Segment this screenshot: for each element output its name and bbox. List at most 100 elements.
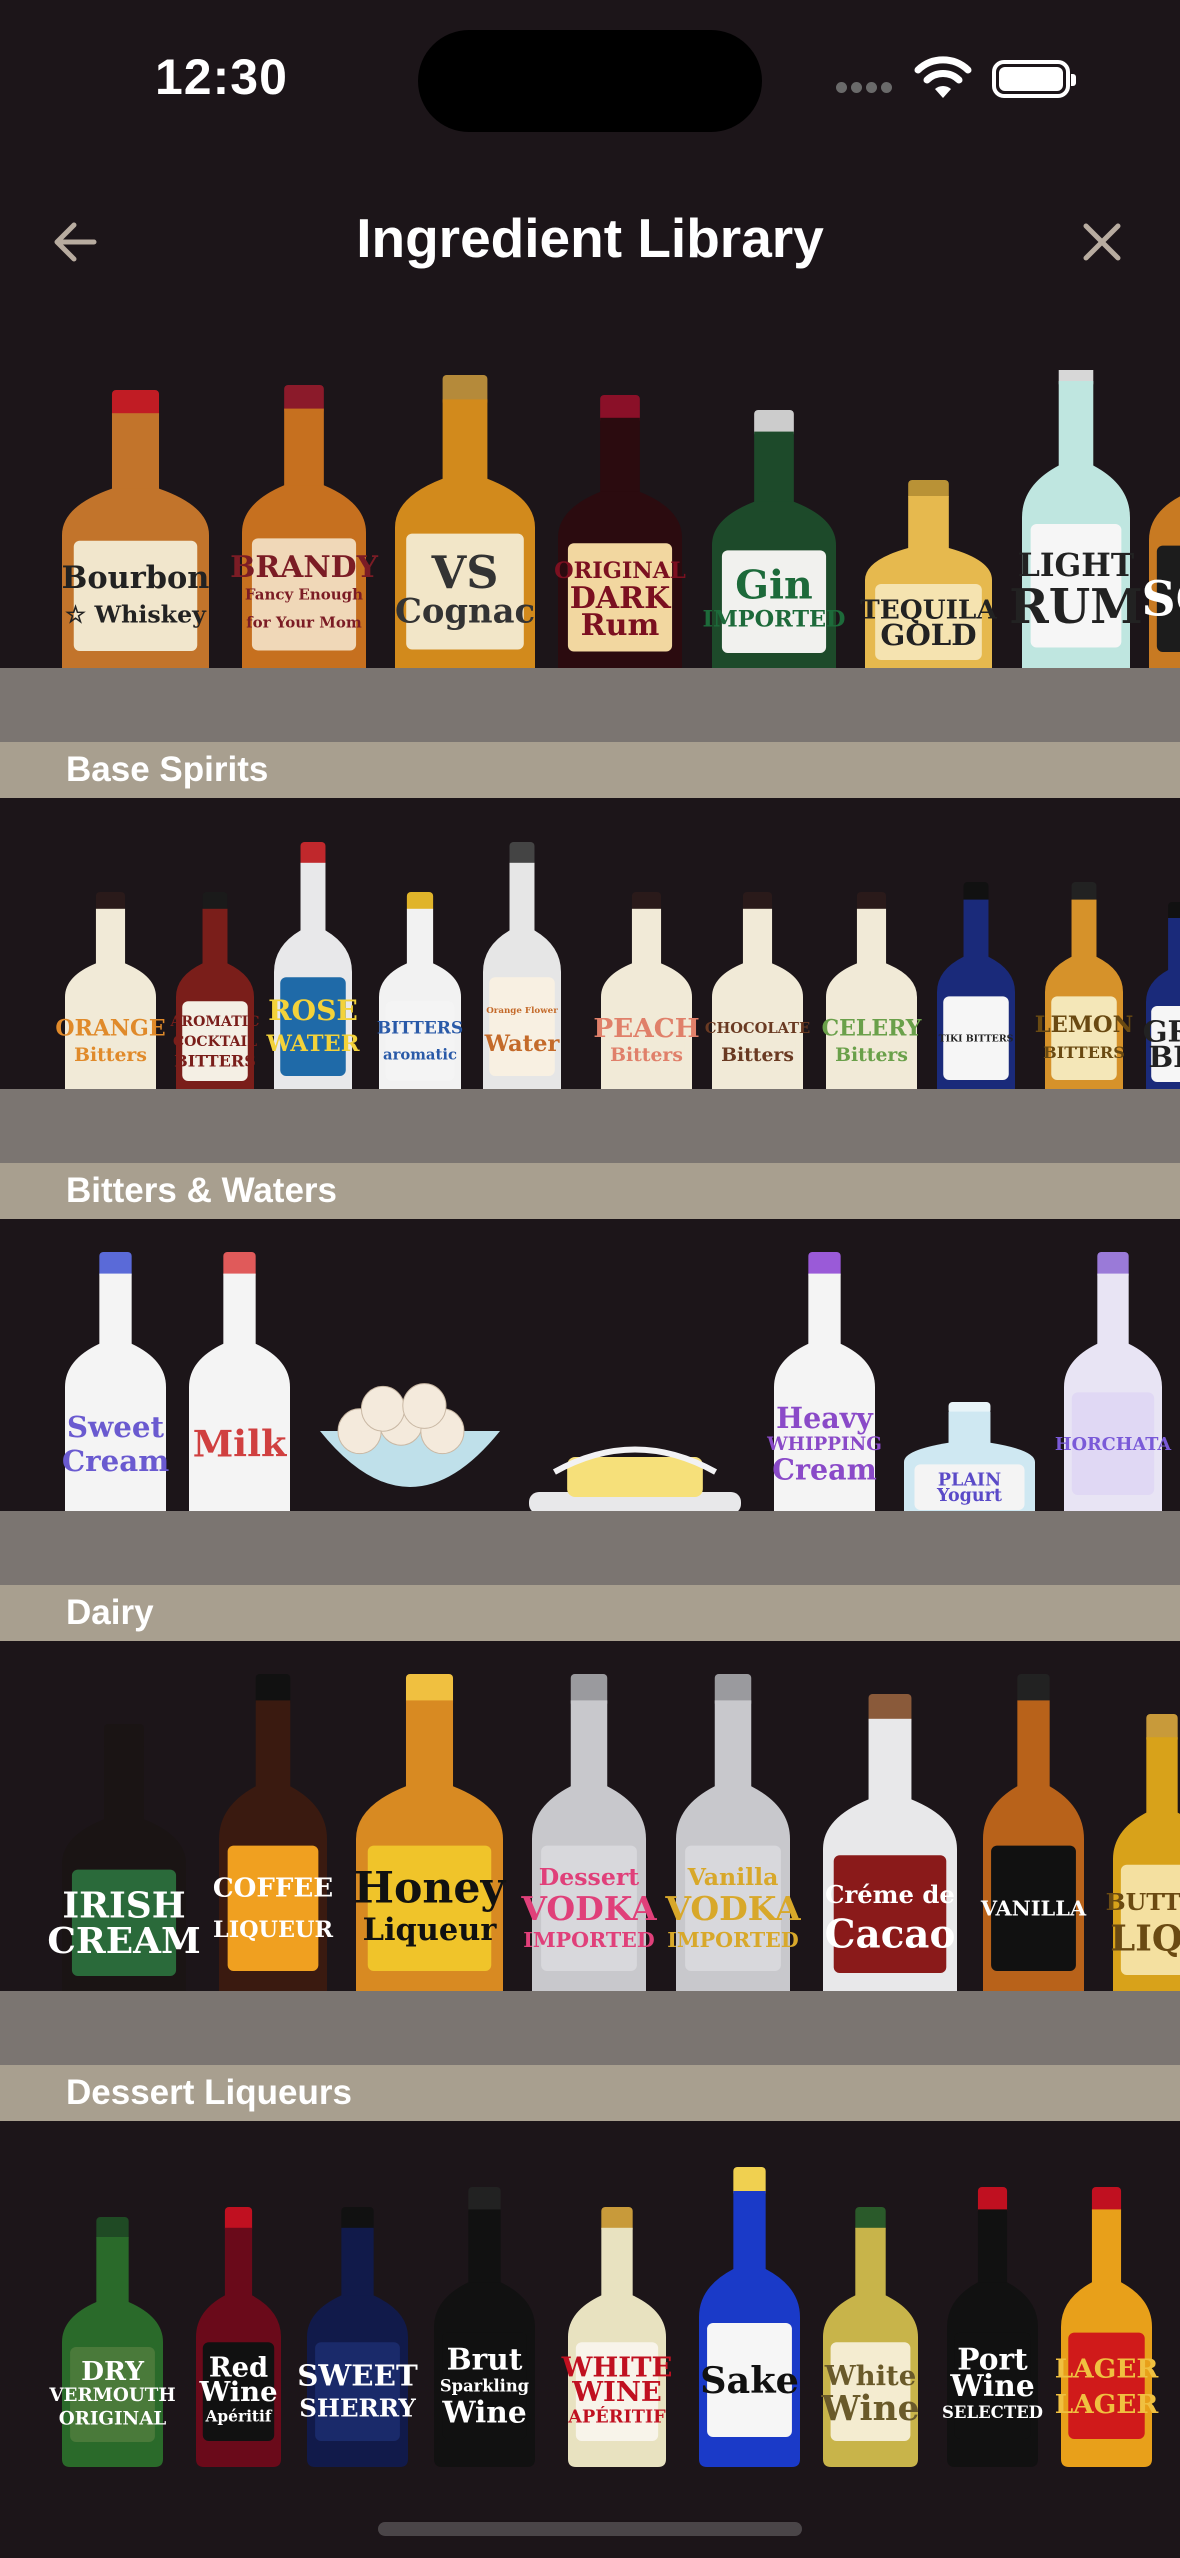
- butter-illustration: [529, 1446, 741, 1514]
- shelf-board: [0, 1511, 1180, 1585]
- page-title: Ingredient Library: [356, 207, 824, 269]
- bottle-label-text: Dessert: [539, 1863, 639, 1891]
- red-wine-aperitif-illustration: RedWineApéritif: [196, 2207, 281, 2467]
- horchata-item[interactable]: HORCHATA: [1055, 1252, 1171, 1522]
- orange-flower-water-item[interactable]: Orange Flower Water: [483, 842, 561, 1102]
- horchata-illustration: HORCHATA: [1055, 1252, 1171, 1522]
- shelf-label: Bitters & Waters: [66, 1171, 337, 1210]
- irish-cream-illustration: IRISHCREAM: [47, 1724, 201, 2004]
- gin-item[interactable]: Gin IMPORTED: [703, 410, 845, 680]
- bottle-label-text: LAGER: [1055, 2353, 1160, 2384]
- bottle-label-text: VANILLA: [980, 1896, 1087, 1921]
- shelf-label: Dairy: [66, 1593, 154, 1632]
- bottle-label-text: Sparkling: [440, 2376, 529, 2395]
- bottle-label-text: Honey: [354, 1863, 507, 1913]
- bottle-label-text: BRANDY: [230, 550, 379, 585]
- close-button[interactable]: [1070, 210, 1134, 274]
- tiki-bitters-item[interactable]: TIKI BITTERS: [937, 882, 1015, 1102]
- dark-rum-item[interactable]: ORIGINAL DARK Rum: [554, 395, 686, 680]
- rose-water-illustration: ROSE WATER: [265, 842, 360, 1102]
- shelf-dessert-liqueurs: IRISH CREAM COFFEE LIQUEUR Honey Liqueur Desse…: [0, 1642, 1180, 2122]
- sweet-cream-illustration: SweetCream: [62, 1252, 169, 1522]
- butterscotch-liqueur-item[interactable]: BUTTER LIQU: [1106, 1714, 1180, 2004]
- bottle-label-text: LIQUEUR: [213, 1917, 333, 1943]
- red-wine-aperitif-item[interactable]: Red Wine Apéritif: [196, 2207, 281, 2467]
- irish-cream-item[interactable]: IRISH CREAM: [47, 1724, 201, 2004]
- bottle-label-text: BITTERS: [174, 1052, 256, 1071]
- shelf-label-bar: Dessert Liqueurs: [0, 2065, 1180, 2121]
- light-rum-item[interactable]: LIGHT RUM: [1009, 370, 1143, 680]
- butter-item[interactable]: [529, 1422, 741, 1522]
- eggs-item[interactable]: [320, 1382, 500, 1522]
- tequila-item[interactable]: TEQUILA GOLD: [860, 480, 997, 680]
- shelf-items: Bourbon ☆ Whiskey BRANDY Fancy Enough for Yo…: [0, 370, 1180, 710]
- bottle-label-text: Bitters: [610, 1044, 683, 1066]
- plain-yogurt-item[interactable]: PLAIN Yogurt: [904, 1402, 1035, 1522]
- grapefruit-bitters-item[interactable]: GRABIT: [1143, 902, 1180, 1102]
- dessert-vodka-illustration: DessertVODKAIMPORTED: [520, 1674, 657, 2004]
- milk-item[interactable]: Milk: [189, 1252, 290, 1522]
- honey-liqueur-item[interactable]: Honey Liqueur: [354, 1674, 506, 2004]
- sake-illustration: Sake: [699, 2167, 800, 2467]
- creme-de-cacao-item[interactable]: Créme de Cacao: [823, 1694, 957, 2004]
- vanilla-liqueur-item[interactable]: VANILLA: [980, 1674, 1087, 2004]
- scotch-item[interactable]: SCO: [1142, 400, 1180, 680]
- rose-water-item[interactable]: ROSE WATER: [265, 842, 360, 1102]
- chocolate-bitters-item[interactable]: CHOCOLATE Bitters: [705, 892, 810, 1102]
- lager-item[interactable]: LAGER LAGER: [1055, 2187, 1159, 2467]
- dark-rum-illustration: ORIGINALDARKRum: [554, 395, 686, 680]
- bottle-label-text: LIQU: [1110, 1919, 1180, 1960]
- shelf-base-spirits: Bourbon ☆ Whiskey BRANDY Fancy Enough for Yo…: [0, 370, 1180, 800]
- brandy-item[interactable]: BRANDY Fancy Enough for Your Mom: [230, 385, 379, 680]
- port-wine-item[interactable]: Port Wine SELECTED: [942, 2187, 1043, 2467]
- vanilla-liqueur-illustration: VANILLA: [980, 1674, 1087, 2004]
- white-wine-aperitif-item[interactable]: WHITE WINE APÉRITIF: [561, 2207, 672, 2467]
- cognac-item[interactable]: VS Cognac: [395, 375, 535, 680]
- sweet-cream-item[interactable]: Sweet Cream: [62, 1252, 169, 1522]
- shelf-label-bar: Bitters & Waters: [0, 1163, 1180, 1219]
- shelf-items: IRISH CREAM COFFEE LIQUEUR Honey Liqueur Desse…: [0, 1642, 1180, 2042]
- sake-item[interactable]: Sake: [699, 2167, 800, 2467]
- eggs-illustration: [320, 1383, 500, 1487]
- gin-illustration: GinIMPORTED: [703, 410, 845, 680]
- creme-de-cacao-illustration: Créme de Cacao: [823, 1694, 957, 2004]
- bottle-label-text: Brut: [447, 2342, 523, 2377]
- bottle-label-text: LAGER: [1055, 2389, 1160, 2420]
- sparkling-wine-item[interactable]: Brut Sparkling Wine: [434, 2187, 535, 2467]
- sweet-sherry-item[interactable]: SWEET SHERRY: [297, 2207, 418, 2467]
- vanilla-vodka-item[interactable]: Vanilla VODKA IMPORTED: [664, 1674, 801, 2004]
- white-wine-illustration: WhiteWine: [821, 2207, 919, 2467]
- dry-vermouth-illustration: DRYVERMOUTH ORIGINAL: [48, 2217, 176, 2467]
- plain-yogurt-illustration: PLAINYogurt: [904, 1402, 1035, 1522]
- orange-bitters-item[interactable]: ORANGE Bitters: [55, 892, 166, 1102]
- bourbon-whiskey-item[interactable]: Bourbon ☆ Whiskey: [62, 390, 209, 680]
- bottle-label-text: CREAM: [47, 1920, 200, 1962]
- white-wine-item[interactable]: White Wine: [821, 2207, 919, 2467]
- bottle-label-text: Créme de: [825, 1880, 955, 1909]
- brandy-illustration: BRANDYFancy Enough for Your Mom: [230, 385, 379, 680]
- bottle-label-text: SCO: [1142, 572, 1180, 627]
- scotch-illustration: SCO: [1142, 496, 1180, 680]
- peach-bitters-item[interactable]: PEACH Bitters: [593, 892, 700, 1102]
- bottle-label-text: Cacao: [825, 1912, 956, 1957]
- aromatic-cocktail-bitters-item[interactable]: AROMATIC COCKTAIL BITTERS: [170, 892, 260, 1102]
- aromatic-bitters-illustration: BITTERS aromatic: [377, 892, 463, 1102]
- white-wine-aperitif-illustration: WHITEWINEAPÉRITIF: [561, 2207, 672, 2467]
- heavy-whipping-cream-item[interactable]: Heavy WHIPPING Cream: [766, 1252, 882, 1522]
- bottle-label-text: Bitters: [721, 1044, 794, 1066]
- bottle-label-text: WINE: [571, 2376, 662, 2408]
- dry-vermouth-item[interactable]: DRY VERMOUTH ORIGINAL: [48, 2217, 176, 2467]
- bottle-label-text: Fancy Enough: [245, 586, 363, 604]
- tiki-bitters-illustration: TIKI BITTERS: [937, 882, 1015, 1102]
- bottle-label-text: BIT: [1148, 1040, 1180, 1074]
- aromatic-bitters-item[interactable]: BITTERS aromatic: [377, 892, 463, 1102]
- bottle-label-text: GOLD: [880, 618, 976, 652]
- dessert-vodka-item[interactable]: Dessert VODKA IMPORTED: [520, 1674, 657, 2004]
- celery-bitters-item[interactable]: CELERY Bitters: [822, 892, 922, 1102]
- home-indicator: [378, 2522, 802, 2536]
- lemon-bitters-item[interactable]: LEMON BITTERS: [1035, 882, 1133, 1102]
- coffee-liqueur-item[interactable]: COFFEE LIQUEUR: [213, 1674, 333, 2004]
- sparkling-wine-illustration: BrutSparklingWine: [434, 2187, 535, 2467]
- bottle-label-text: Cream: [62, 1443, 169, 1478]
- bottle-label-text: Wine: [198, 2376, 277, 2408]
